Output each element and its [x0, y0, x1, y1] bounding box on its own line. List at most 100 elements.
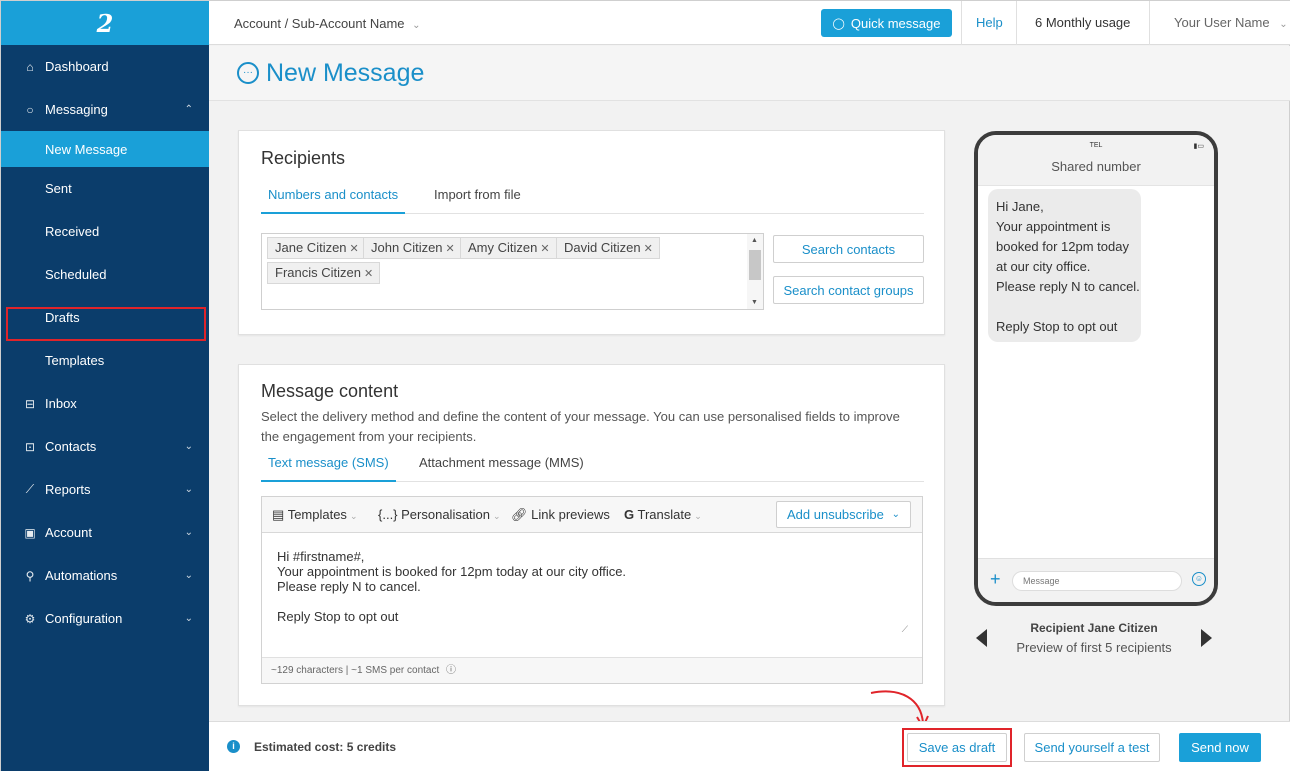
- home-icon: ⌂: [26, 59, 34, 74]
- contacts-icon: ⊡: [24, 439, 36, 454]
- monthly-usage[interactable]: 6 Monthly usage: [1035, 15, 1130, 30]
- sender-name: Shared number: [1051, 159, 1141, 174]
- tab-sms[interactable]: Text message (SMS): [261, 452, 396, 482]
- search-contact-groups-button[interactable]: Search contact groups: [773, 276, 924, 304]
- plus-icon: +: [990, 569, 1001, 589]
- sidebar-item-scheduled[interactable]: Scheduled: [1, 253, 209, 296]
- recipient-chip: Francis Citizen ✕: [267, 262, 381, 284]
- emoji-icon: ☺: [1192, 572, 1206, 586]
- info-icon: i: [227, 740, 240, 753]
- close-icon[interactable]: ✕: [540, 243, 549, 255]
- phone-header: TEL ▮▭ Shared number: [978, 135, 1214, 186]
- message-content-description: Select the delivery method and define th…: [261, 409, 900, 444]
- tab-numbers-and-contacts[interactable]: Numbers and contacts: [261, 184, 406, 214]
- user-menu[interactable]: Your User Name ⌄: [1174, 15, 1288, 30]
- templates-icon: ▤: [272, 507, 285, 522]
- message-content-card: Message content Select the delivery meth…: [238, 364, 945, 706]
- sidebar: 2 ⌂ Dashboard ○ Messaging ⌃ New Message …: [1, 1, 209, 771]
- gear-icon: ⚙: [24, 611, 36, 626]
- sidebar-item-received[interactable]: Received: [1, 210, 209, 253]
- message-type-tabs: Text message (SMS) Attachment message (M…: [261, 452, 924, 482]
- help-link[interactable]: Help: [976, 15, 1003, 30]
- sidebar-item-messaging[interactable]: ○ Messaging ⌃: [1, 88, 209, 131]
- chat-icon: ◯: [832, 17, 845, 30]
- sidebar-item-account[interactable]: ▣ Account ⌄: [1, 511, 209, 554]
- close-icon[interactable]: ✕: [446, 243, 455, 255]
- previous-recipient-button[interactable]: [976, 629, 987, 647]
- chevron-down-icon: ⌄: [349, 511, 358, 521]
- divider: [1016, 1, 1017, 45]
- sidebar-item-label: New Message: [45, 141, 128, 157]
- sidebar-item-label: Dashboard: [45, 59, 109, 74]
- search-contacts-button[interactable]: Search contacts: [773, 235, 924, 263]
- quick-message-button[interactable]: ◯ Quick message: [821, 9, 952, 37]
- sidebar-item-label: Account: [45, 525, 92, 540]
- resize-handle-icon[interactable]: ⟋: [902, 624, 908, 635]
- sidebar-item-inbox[interactable]: ⊟ Inbox: [1, 382, 209, 425]
- sidebar-item-label: Reports: [45, 482, 91, 497]
- editor-toolbar: ▤ Templates ⌄ {...} Personalisation ⌄ 🔗︎ L…: [262, 497, 922, 533]
- close-icon[interactable]: ✕: [364, 268, 373, 280]
- divider: [961, 1, 962, 45]
- scrollbar[interactable]: ▲ ▼: [747, 234, 763, 309]
- scroll-down-icon[interactable]: ▼: [751, 299, 758, 306]
- templates-dropdown[interactable]: ▤ Templates ⌄: [272, 507, 357, 523]
- reports-icon: ⟋: [25, 482, 35, 496]
- tab-import-from-file[interactable]: Import from file: [427, 184, 528, 214]
- sidebar-item-label: Configuration: [45, 611, 123, 626]
- sidebar-item-templates[interactable]: Templates: [1, 339, 209, 382]
- chevron-down-icon: ⌄: [1279, 19, 1288, 30]
- phone-message-input: Message: [1012, 571, 1182, 591]
- battery-icon: ▮▭: [1193, 143, 1204, 150]
- personalisation-dropdown[interactable]: {...} Personalisation ⌄: [378, 507, 501, 522]
- circle-icon: ○: [26, 102, 34, 117]
- link-icon: 🔗︎: [511, 507, 528, 522]
- recipient-chip: Jane Citizen ✕: [267, 237, 366, 259]
- sidebar-item-dashboard[interactable]: ⌂ Dashboard: [1, 45, 209, 88]
- close-icon[interactable]: ✕: [350, 243, 359, 255]
- recipients-card: Recipients Numbers and contacts Import f…: [238, 130, 945, 335]
- drafts-highlight: [6, 307, 206, 341]
- character-count: ~129 characters | ~1 SMS per contact ⓘ: [262, 657, 922, 683]
- divider: [1149, 1, 1150, 45]
- sidebar-item-configuration[interactable]: ⚙ Configuration ⌄: [1, 597, 209, 640]
- save-as-draft-button[interactable]: Save as draft: [907, 733, 1007, 762]
- recipient-chip: David Citizen ✕: [556, 237, 660, 259]
- top-bar: Account / Sub-Account Name ⌄ ◯ Quick mes…: [209, 1, 1290, 45]
- chevron-down-icon: ⌄: [184, 441, 193, 452]
- sidebar-item-automations[interactable]: ⚲ Automations ⌄: [1, 554, 209, 597]
- add-unsubscribe-dropdown[interactable]: Add unsubscribe ⌄: [776, 501, 911, 528]
- sidebar-item-sent[interactable]: Sent: [1, 167, 209, 210]
- scroll-up-icon[interactable]: ▲: [751, 237, 758, 244]
- sidebar-item-label: Automations: [45, 568, 118, 583]
- sidebar-item-label: Messaging: [45, 102, 108, 117]
- chevron-up-icon: ⌃: [184, 104, 193, 115]
- sidebar-item-contacts[interactable]: ⊡ Contacts ⌄: [1, 425, 209, 468]
- recipients-input[interactable]: Jane Citizen ✕ John Citizen ✕ Amy Citizen ✕…: [261, 233, 764, 310]
- close-icon[interactable]: ✕: [644, 243, 653, 255]
- sidebar-item-new-message[interactable]: New Message: [1, 131, 209, 167]
- sidebar-item-label: Contacts: [45, 439, 97, 454]
- chevron-down-icon: ⌄: [412, 20, 421, 31]
- scroll-thumb[interactable]: [749, 250, 761, 280]
- link-previews-button[interactable]: 🔗︎ Link previews: [511, 507, 610, 523]
- next-recipient-button[interactable]: [1201, 629, 1212, 647]
- carrier-label: TEL: [1089, 142, 1103, 149]
- sidebar-item-reports[interactable]: ⟋ Reports ⌄: [1, 468, 209, 511]
- send-now-button[interactable]: Send now: [1179, 733, 1261, 762]
- send-test-button[interactable]: Send yourself a test: [1024, 733, 1160, 762]
- message-editor: ▤ Templates ⌄ {...} Personalisation ⌄ 🔗︎ L…: [261, 496, 923, 684]
- sidebar-item-label: Sent: [45, 181, 72, 196]
- chevron-down-icon: ⌄: [184, 570, 193, 581]
- info-icon[interactable]: ⓘ: [446, 665, 456, 676]
- sidebar-item-label: Templates: [45, 353, 105, 368]
- translate-dropdown[interactable]: G Translate ⌄: [624, 507, 702, 522]
- chevron-down-icon: ⌄: [184, 484, 193, 495]
- breadcrumb[interactable]: Account / Sub-Account Name ⌄: [234, 16, 421, 31]
- message-content-heading: Message content: [261, 381, 399, 401]
- message-textarea[interactable]: Hi #firstname#, Your appointment is book…: [277, 549, 626, 624]
- inbox-icon: ⊟: [24, 396, 36, 411]
- logo[interactable]: 2: [1, 1, 209, 45]
- tab-mms[interactable]: Attachment message (MMS): [412, 452, 591, 482]
- message-bubble: Hi Jane, Your appointment is booked for …: [988, 189, 1141, 342]
